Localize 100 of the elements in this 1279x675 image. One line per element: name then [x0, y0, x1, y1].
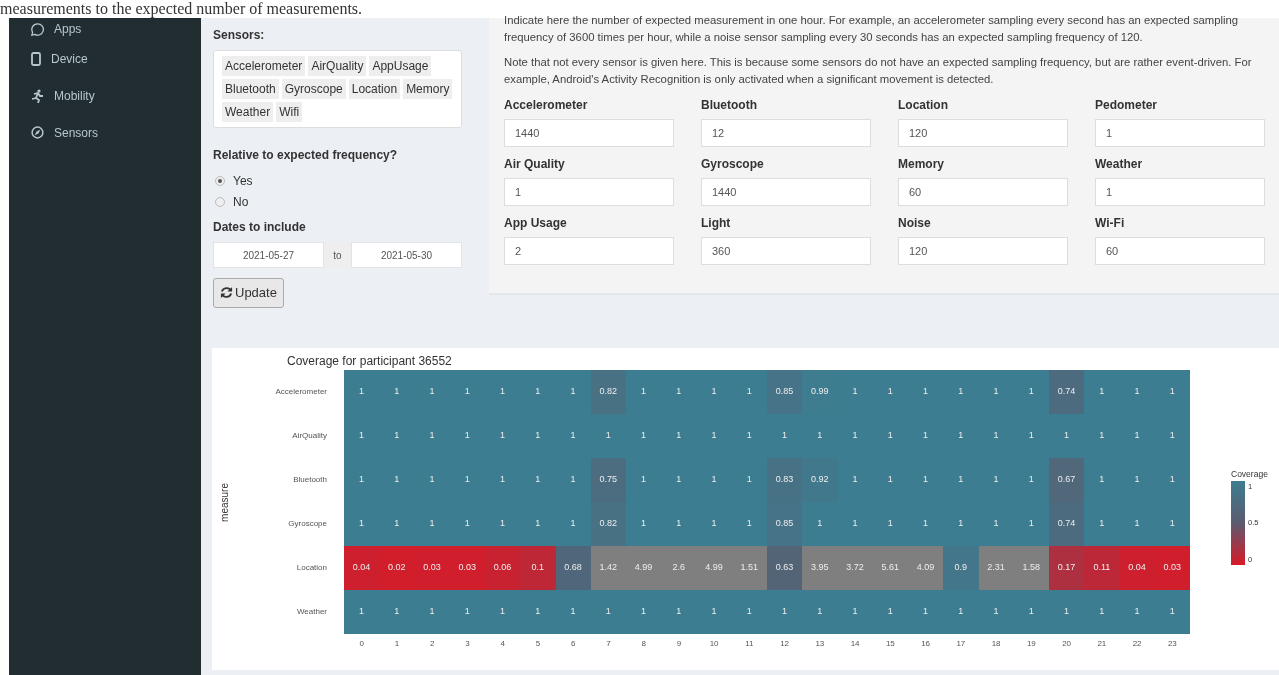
- heatmap-cell: 3.95: [802, 546, 838, 590]
- heatmap-cell: 1: [626, 502, 662, 546]
- heatmap-cell: 0.03: [414, 546, 450, 590]
- number-input[interactable]: 360: [701, 237, 871, 265]
- radio-button[interactable]: [215, 175, 225, 186]
- number-input[interactable]: 120: [898, 119, 1068, 147]
- axis-tick: 4: [500, 639, 505, 648]
- sensor-tag[interactable]: AirQuality: [308, 56, 367, 76]
- field-label: Wi-Fi: [1095, 215, 1126, 232]
- heatmap-cell: 1: [978, 458, 1014, 502]
- update-button[interactable]: Update: [213, 278, 284, 308]
- phone-icon: [31, 51, 41, 66]
- sensor-tag[interactable]: Accelerometer: [222, 56, 306, 76]
- radio-button[interactable]: [215, 196, 225, 207]
- heatmap-cell: 0.83: [767, 458, 803, 502]
- radio-label: No: [233, 193, 249, 211]
- sensor-tag[interactable]: AppUsage: [369, 56, 432, 76]
- heatmap-cell: 1: [626, 458, 662, 502]
- number-input[interactable]: 120: [898, 237, 1068, 265]
- heatmap-cell: 1: [1154, 370, 1190, 414]
- row-label: Gyroscope: [288, 518, 327, 530]
- heatmap-cell: 0.74: [1049, 370, 1085, 414]
- heatmap-cell: 1: [872, 458, 908, 502]
- sensor-tag[interactable]: Bluetooth: [222, 79, 279, 99]
- heatmap-cell: 1: [661, 590, 697, 634]
- description-text: Indicate here the number of expected measurement in one hour. For example, an accelerometer sampling every second has an expected sampling frequency of 3600 times per hour, while a noise sensor sampling every 30 seconds has an expected sampling frequency of 120.: [504, 13, 1240, 45]
- axis-tick: 3: [465, 639, 470, 648]
- heatmap-cell: 0.67: [1049, 458, 1085, 502]
- number-input[interactable]: 1: [1095, 119, 1265, 147]
- sensor-tag[interactable]: Weather: [222, 102, 274, 122]
- field-label: Location: [898, 97, 949, 114]
- sidebar-label: Apps: [54, 21, 82, 38]
- heatmap-cell: 1: [802, 502, 838, 546]
- axis-tick: 1: [394, 639, 400, 648]
- number-input[interactable]: 60: [1095, 237, 1265, 265]
- axis-tick: 16: [921, 639, 931, 648]
- heatmap-cell: 1: [520, 590, 556, 634]
- number-input[interactable]: 1: [504, 178, 674, 206]
- runner-icon: [31, 88, 44, 103]
- heatmap-cell: 1: [555, 590, 591, 634]
- heatmap-cell: 1: [1013, 502, 1049, 546]
- heatmap-cell: 1: [943, 590, 979, 634]
- row-label: Location: [296, 562, 327, 574]
- number-input[interactable]: 1440: [701, 178, 871, 206]
- field-label: Relative to expected frequency?: [213, 147, 399, 164]
- sensor-tag[interactable]: Memory: [403, 79, 453, 99]
- number-input[interactable]: 1: [1095, 178, 1265, 206]
- heatmap-cell: 1: [449, 502, 485, 546]
- sidebar-label: Mobility: [54, 87, 95, 105]
- heatmap-cell: 1: [802, 590, 838, 634]
- heatmap-cell: 1: [872, 590, 908, 634]
- page-caption: measurements to the expected number of measurements.: [0, 0, 364, 17]
- number-input[interactable]: 2: [504, 237, 674, 265]
- date-input[interactable]: 2021-05-27: [213, 242, 324, 268]
- heatmap-cell: 1: [626, 414, 662, 458]
- sidebar-item[interactable]: Apps: [9, 18, 201, 40]
- sidebar-item[interactable]: Device: [9, 40, 201, 77]
- heatmap-cell: 1: [943, 458, 979, 502]
- heatmap-cell: 1: [449, 458, 485, 502]
- heatmap-cell: 1: [837, 590, 873, 634]
- description-text: Note that not every sensor is given here. This is because some sensors do not have an expected sampling frequency, but are rather event-driven. For example, Android's Activity Recognition is only activated when a significant movement is detected.: [504, 55, 1253, 87]
- sidebar-item[interactable]: Mobility: [9, 77, 201, 114]
- sensor-tag[interactable]: Gyroscope: [281, 79, 346, 99]
- number-input[interactable]: 60: [898, 178, 1068, 206]
- heatmap-cell: 1: [943, 502, 979, 546]
- heatmap-cell: 1: [837, 502, 873, 546]
- heatmap-cell: 1: [379, 502, 415, 546]
- sidebar-item[interactable]: Sensors: [9, 114, 201, 151]
- heatmap-cell: 1: [485, 502, 521, 546]
- chat-icon: [31, 22, 44, 36]
- heatmap-cell: 1: [837, 414, 873, 458]
- heatmap-cell: 1: [1119, 502, 1155, 546]
- heatmap-cell: 1: [731, 502, 767, 546]
- heatmap-cell: 2.31: [978, 546, 1014, 590]
- heatmap-cell: 1: [943, 414, 979, 458]
- heatmap-cell: 1: [449, 370, 485, 414]
- row-label: Weather: [296, 606, 327, 618]
- heatmap-cell: 1: [1154, 458, 1190, 502]
- heatmap-cell: 1: [485, 458, 521, 502]
- heatmap-cell: 1: [449, 414, 485, 458]
- heatmap-cell: 0.63: [767, 546, 803, 590]
- sensor-select[interactable]: Accelerometer AirQuality AppUsage Bluetooth Gyroscope Location Memory Weather Wifi: [213, 50, 462, 128]
- heatmap-cell: 1: [731, 458, 767, 502]
- heatmap-cell: 1: [344, 370, 380, 414]
- heatmap-cell: 1: [767, 414, 803, 458]
- heatmap-cell: 0.9: [943, 546, 979, 590]
- number-input[interactable]: 12: [701, 119, 871, 147]
- heatmap-cell: 1: [449, 590, 485, 634]
- heatmap-cell: 0.74: [1049, 502, 1085, 546]
- sensor-tag[interactable]: Wifi: [276, 102, 303, 122]
- heatmap-cell: 1: [555, 502, 591, 546]
- heatmap-cell: 0.1: [520, 546, 556, 590]
- date-input[interactable]: 2021-05-30: [351, 242, 462, 268]
- axis-tick: 11: [745, 639, 754, 648]
- heatmap-cell: 1: [1049, 414, 1085, 458]
- number-input[interactable]: 1440: [504, 119, 674, 147]
- heatmap-cell: 1: [908, 590, 944, 634]
- sensor-tag[interactable]: Location: [348, 79, 401, 99]
- heatmap-cell: 1: [379, 414, 415, 458]
- heatmap-cell: 1: [485, 414, 521, 458]
